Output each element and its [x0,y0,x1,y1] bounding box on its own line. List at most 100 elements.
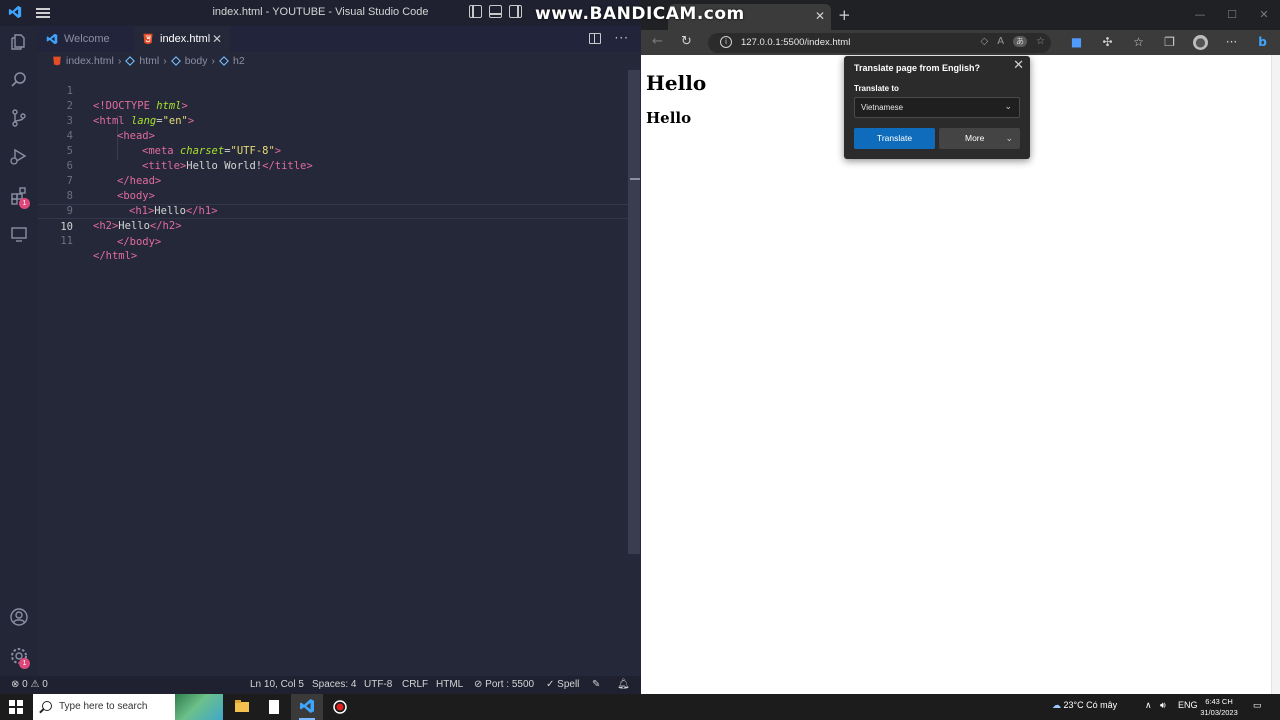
translate-button[interactable]: Translate [854,128,935,149]
breadcrumb-item[interactable]: body [170,55,207,67]
file-explorer-icon[interactable] [226,694,258,720]
page-heading-1: Hello [646,71,707,95]
code-line[interactable]: 1 <!DOCTYPE html> [38,69,628,112]
code-line[interactable]: 6 </head> [38,144,628,187]
code-editor[interactable]: 1 <!DOCTYPE html> 2 <html lang="en"> 3 <… [38,69,628,676]
close-icon[interactable]: ✕ [212,32,222,46]
close-window-icon[interactable]: ✕ [1248,0,1280,30]
code-line-current[interactable]: 10 </body> [38,204,628,248]
tab-label: index.html [160,33,211,45]
search-highlight-image [175,694,223,720]
bandicam-record-icon[interactable] [324,694,356,720]
weather-widget[interactable]: ☁ 23°C Có mây [1052,700,1117,711]
code-line[interactable]: 9 <h2>Hello</h2> [38,189,628,232]
target-language-select[interactable]: Vietnamese ⌄ [854,97,1020,118]
indentation[interactable]: Spaces: 4 [312,679,356,690]
run-debug-icon[interactable] [9,146,29,166]
encoding[interactable]: UTF-8 [364,679,392,690]
search-icon [42,701,52,711]
vscode-taskbar-icon[interactable] [291,694,323,720]
toggle-secondary-sidebar-icon[interactable] [509,5,522,18]
line-ending[interactable]: CRLF [402,679,428,690]
scrollbar-cursor-marker [630,178,640,180]
cloud-icon: ☁ [1052,700,1061,710]
collections-icon[interactable]: ❐ [1162,35,1177,50]
split-editor-icon[interactable] [588,32,601,44]
element-icon [219,56,229,66]
windows-start-icon[interactable] [9,700,23,714]
toggle-panel-icon[interactable] [489,5,502,18]
problems-indicator[interactable]: ⊗ 0 ⚠ 0 [11,679,48,690]
chevron-right-icon: › [163,55,167,67]
toggle-sidebar-icon[interactable] [469,5,482,18]
remote-explorer-icon[interactable] [9,224,29,244]
code-line[interactable]: 5 <title>Hello World!</title> [38,129,628,172]
warning-icon: ⚠ [30,679,40,690]
new-tab-icon[interactable]: + [838,6,851,24]
tab-label: Welcome [64,33,110,45]
breadcrumb-item[interactable]: index.html [52,55,114,67]
feedback-icon[interactable]: ✎ [592,679,600,690]
editor-scrollbar[interactable] [628,70,640,554]
info-icon[interactable]: i [720,36,732,48]
cursor-position[interactable]: Ln 10, Col 5 [250,679,304,690]
code-line[interactable]: 2 <html lang="en"> [38,84,628,127]
code-line[interactable]: 7 <body> [38,159,628,202]
extension-icon[interactable]: ■ [1069,35,1084,50]
page-scrollbar[interactable] [1271,55,1280,694]
no-entry-icon: ⊘ [474,679,483,690]
spell-check[interactable]: ✓ Spell [546,679,579,690]
translate-popup: Translate page from English? ✕ Translate… [844,56,1030,159]
breadcrumb-item[interactable]: h2 [219,55,245,67]
code-line[interactable]: 11 </html> [38,219,628,262]
favorites-star-icon[interactable]: ☆ [1131,35,1146,50]
maximize-icon[interactable]: ☐ [1216,0,1248,30]
translate-icon[interactable]: あ [1013,36,1028,47]
back-arrow-icon[interactable]: ← [652,34,663,49]
notifications-icon[interactable]: ▭ [1253,700,1262,711]
vscode-window: index.html - YOUTUBE - Visual Studio Cod… [0,0,641,694]
taskbar-search-box[interactable]: Type here to search [33,694,223,720]
address-bar[interactable]: i 127.0.0.1:5500/index.html ◇ A あ ☆ [708,33,1051,53]
notifications-bell-icon[interactable]: 🔔︎ [617,679,630,690]
close-icon[interactable]: ✕ [1013,57,1024,73]
code-line[interactable]: 4 <meta charset="UTF-8"> [38,114,628,157]
search-icon[interactable] [9,70,29,90]
element-icon [170,56,181,66]
error-icon: ⊗ [11,679,20,690]
minimize-icon[interactable]: — [1184,0,1216,30]
source-control-icon[interactable] [9,108,29,128]
breadcrumb-item[interactable]: html [125,55,159,67]
bing-icon[interactable]: b [1255,35,1270,50]
browser-toolbar: ← ↻ i 127.0.0.1:5500/index.html ◇ A あ ☆ … [641,30,1280,55]
notepad-icon[interactable] [258,694,290,720]
code-line[interactable]: 3 <head> [38,99,628,142]
chevron-right-icon: › [211,55,215,67]
chevron-right-icon: › [117,55,122,67]
tag-icon[interactable]: ◇ [980,36,988,47]
url-text[interactable]: 127.0.0.1:5500/index.html [741,37,850,48]
explorer-icon[interactable] [9,32,29,52]
account-icon[interactable] [9,607,29,627]
tab-index-html[interactable]: index.html ✕ [134,26,230,52]
extensions-puzzle-icon[interactable]: ✣ [1100,35,1115,50]
html5-icon [53,56,61,66]
refresh-icon[interactable]: ↻ [681,34,692,49]
more-menu-icon[interactable]: ··· [1224,35,1239,50]
tab-welcome[interactable]: Welcome [38,26,134,52]
volume-icon[interactable]: 🔊︎ [1160,700,1166,711]
activity-bar: 1 1 [0,26,38,676]
add-favorite-icon[interactable]: ☆ [1036,36,1045,47]
show-hidden-icons-icon[interactable]: ∧ [1145,700,1152,711]
read-aloud-icon[interactable]: A [997,36,1004,47]
language-mode[interactable]: HTML [436,679,463,690]
profile-avatar-icon[interactable]: ● [1193,35,1208,50]
code-line[interactable]: 8 <h1>Hello</h1> [38,174,628,217]
live-server-port[interactable]: ⊘ Port : 5500 [474,679,534,690]
editor-tabs: Welcome index.html ✕ ··· [38,26,641,52]
input-language[interactable]: ENG [1178,700,1198,710]
close-icon[interactable]: ✕ [815,9,825,23]
more-actions-icon[interactable]: ··· [615,31,629,45]
system-clock[interactable]: 6:43 CH 31/03/2023 [1197,696,1241,718]
more-button[interactable]: More ⌄ [939,128,1020,149]
